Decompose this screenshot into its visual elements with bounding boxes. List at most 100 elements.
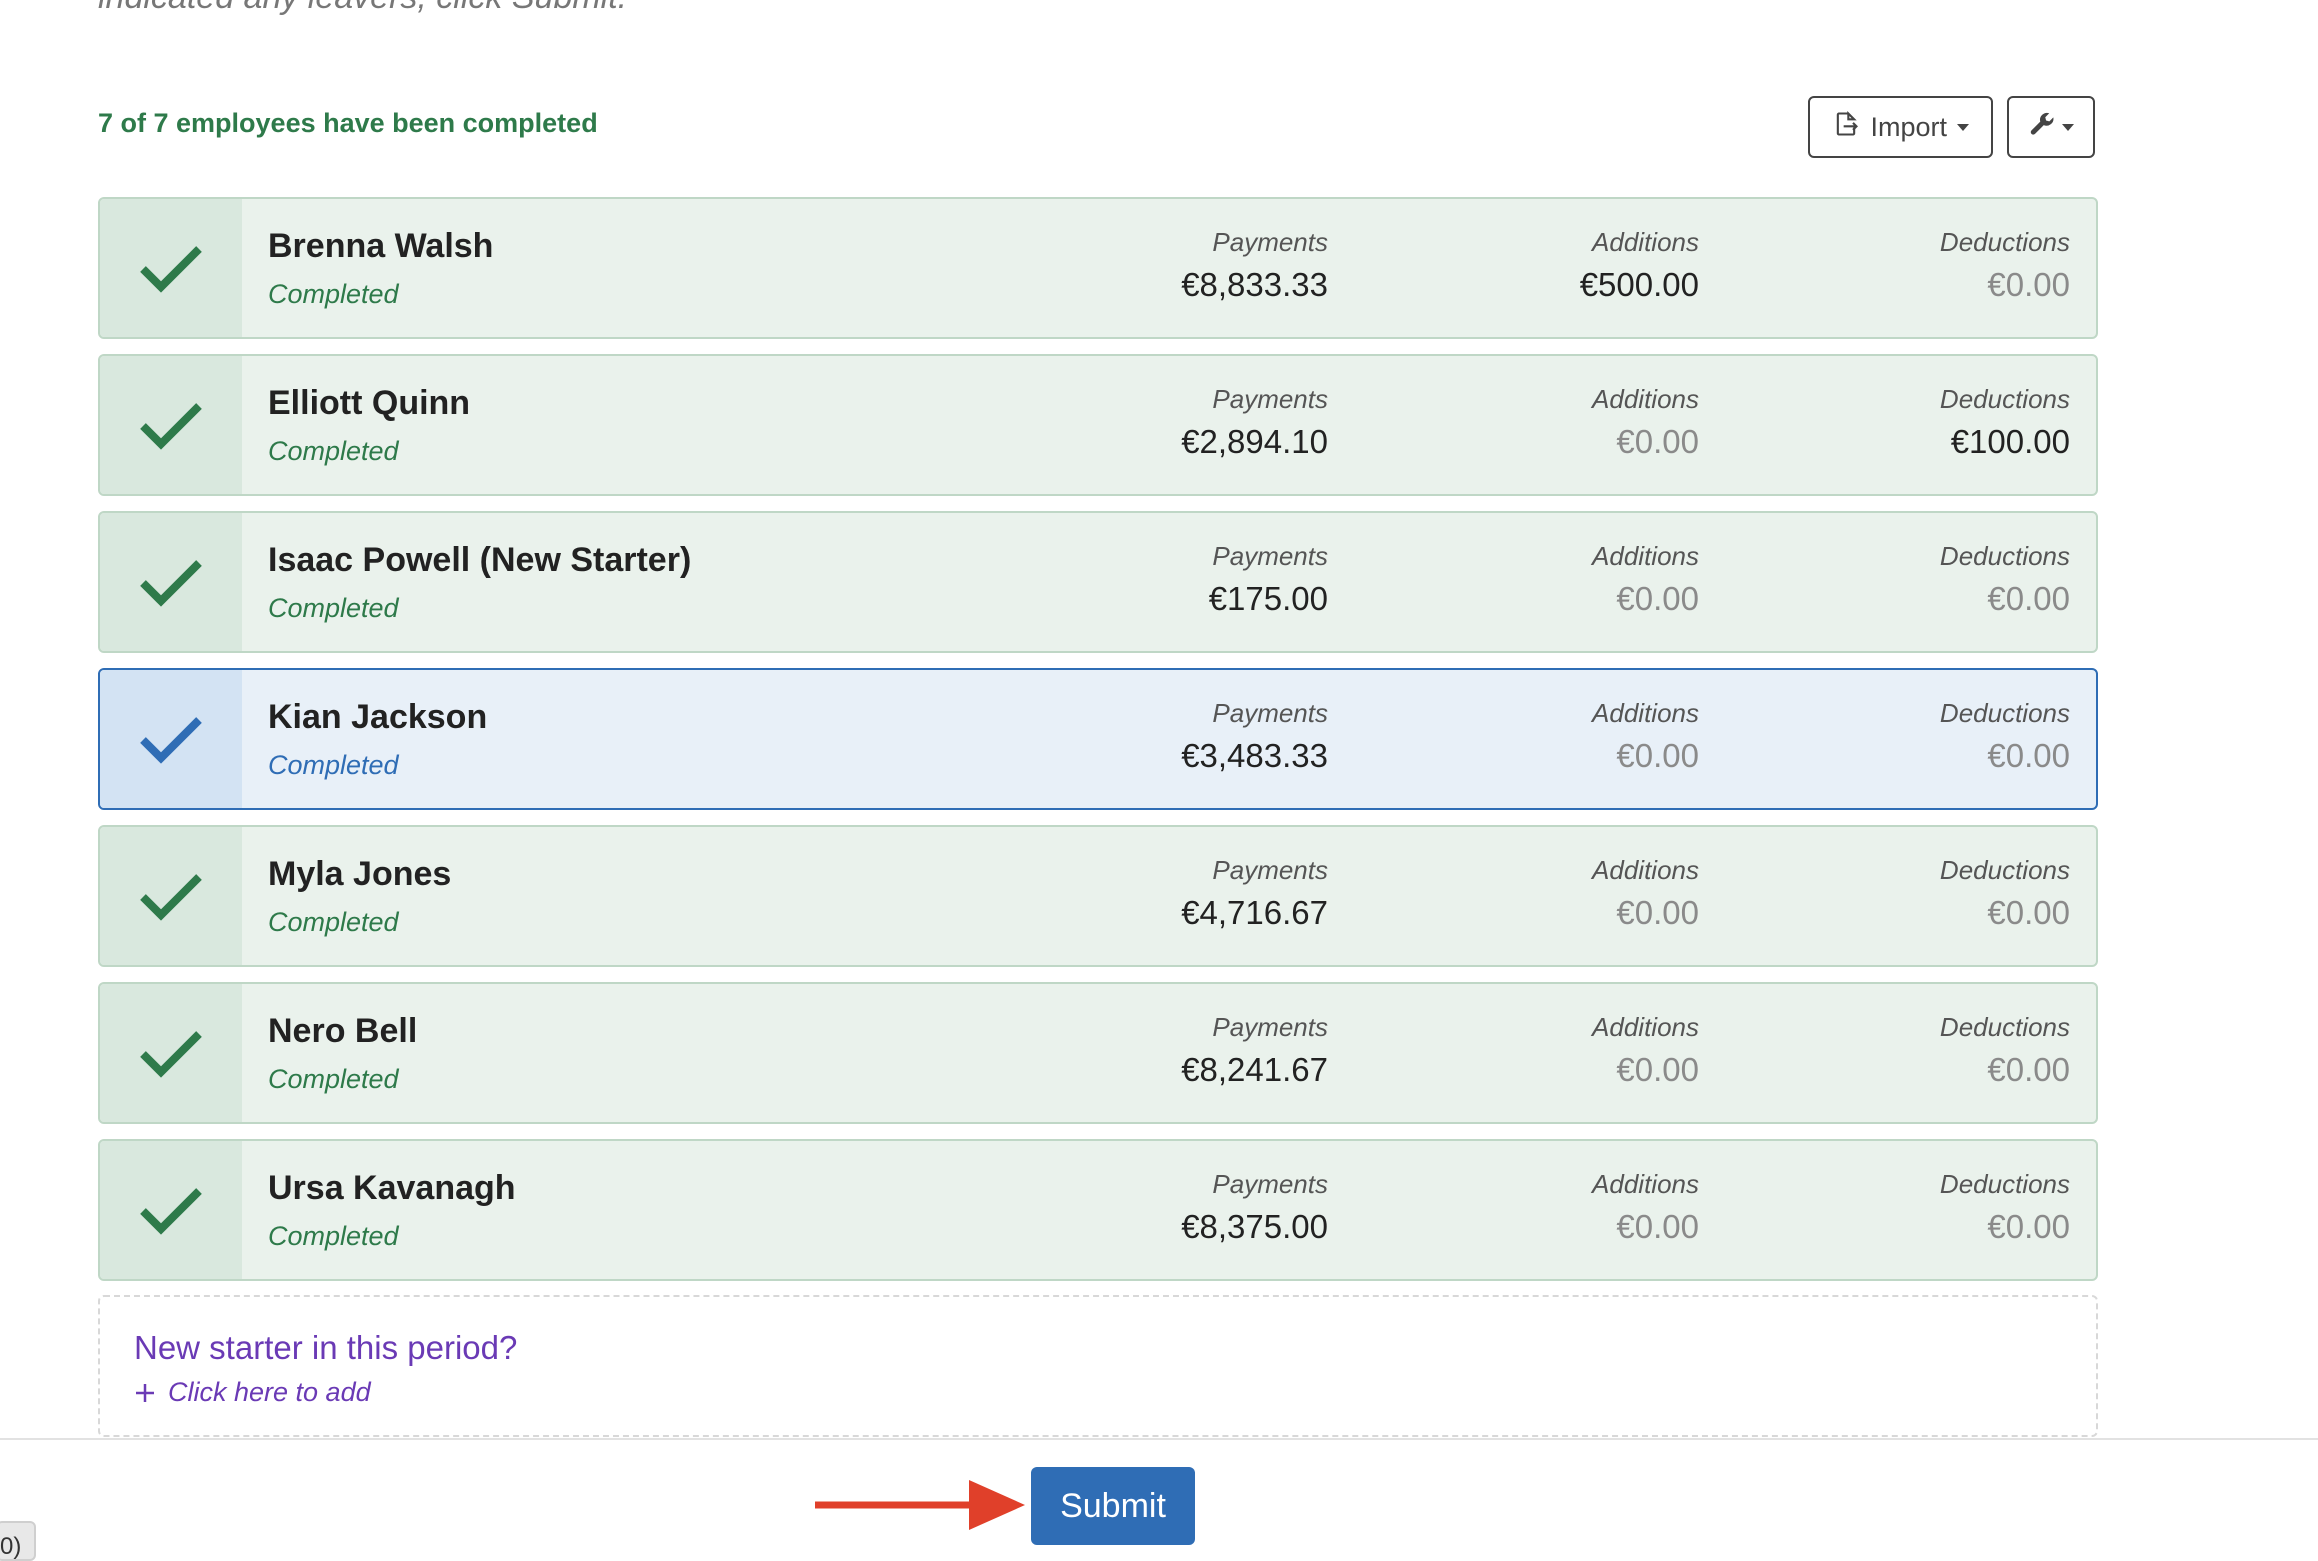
additions-column: Additions €0.00 bbox=[1592, 384, 1699, 461]
employee-status: Completed bbox=[268, 750, 399, 780]
employee-list: Brenna Walsh Completed Payments €8,833.3… bbox=[98, 197, 2098, 1296]
deductions-value: €0.00 bbox=[1987, 580, 2070, 617]
payments-label: Payments bbox=[1212, 384, 1328, 414]
status-cell bbox=[100, 513, 242, 651]
payments-label: Payments bbox=[1212, 1169, 1328, 1199]
payments-column: Payments €8,241.67 bbox=[1181, 1012, 1328, 1089]
employee-status: Completed bbox=[268, 593, 399, 623]
payments-label: Payments bbox=[1212, 1012, 1328, 1042]
check-icon bbox=[140, 1188, 202, 1235]
add-new-starter-link[interactable]: Click here to add bbox=[134, 1377, 371, 1408]
additions-column: Additions €0.00 bbox=[1592, 1169, 1699, 1246]
intro-text: indicated any leavers, click Submit. bbox=[98, 0, 627, 17]
employee-row[interactable]: Myla Jones Completed Payments €4,716.67 … bbox=[98, 825, 2098, 967]
payments-label: Payments bbox=[1212, 855, 1328, 885]
payments-column: Payments €3,483.33 bbox=[1181, 698, 1328, 775]
additions-label: Additions bbox=[1592, 384, 1699, 414]
employee-name: Brenna Walsh bbox=[268, 227, 494, 265]
payments-column: Payments €2,894.10 bbox=[1181, 384, 1328, 461]
deductions-label: Deductions bbox=[1939, 1012, 2070, 1042]
additions-label: Additions bbox=[1592, 1169, 1699, 1199]
import-icon bbox=[1832, 110, 1860, 145]
add-new-starter-label: Click here to add bbox=[168, 1377, 371, 1407]
completion-summary: 7 of 7 employees have been completed bbox=[98, 108, 598, 138]
corner-tab[interactable]: 0) bbox=[0, 1521, 36, 1561]
deductions-column: Deductions €0.00 bbox=[1940, 1169, 2070, 1246]
additions-label: Additions bbox=[1592, 855, 1699, 885]
deductions-value: €0.00 bbox=[1987, 266, 2070, 303]
payments-label: Payments bbox=[1212, 227, 1328, 257]
check-icon bbox=[140, 403, 202, 450]
payments-value: €8,833.33 bbox=[1181, 266, 1328, 303]
payments-value: €175.00 bbox=[1208, 580, 1328, 617]
payments-value: €4,716.67 bbox=[1181, 894, 1328, 931]
status-cell bbox=[100, 356, 242, 494]
additions-column: Additions €0.00 bbox=[1592, 541, 1699, 618]
payments-column: Payments €8,833.33 bbox=[1181, 227, 1328, 304]
deductions-label: Deductions bbox=[1939, 384, 2070, 414]
additions-column: Additions €500.00 bbox=[1580, 227, 1699, 304]
deductions-column: Deductions €0.00 bbox=[1940, 698, 2070, 775]
status-cell bbox=[100, 984, 242, 1122]
status-cell bbox=[100, 199, 242, 337]
additions-value: €0.00 bbox=[1616, 580, 1699, 617]
payments-column: Payments €175.00 bbox=[1209, 541, 1328, 618]
additions-value: €0.00 bbox=[1616, 894, 1699, 931]
employee-name: Myla Jones bbox=[268, 855, 452, 893]
deductions-value: €100.00 bbox=[1950, 423, 2070, 460]
additions-value: €0.00 bbox=[1616, 1208, 1699, 1245]
check-icon bbox=[140, 1031, 202, 1078]
import-label: Import bbox=[1870, 111, 1947, 142]
employee-row[interactable]: Nero Bell Completed Payments €8,241.67 A… bbox=[98, 982, 2098, 1124]
arrow-annotation-icon bbox=[815, 1480, 1025, 1530]
deductions-value: €0.00 bbox=[1987, 1051, 2070, 1088]
check-icon bbox=[140, 874, 202, 921]
employee-row[interactable]: Isaac Powell (New Starter) Completed Pay… bbox=[98, 511, 2098, 653]
status-cell bbox=[100, 827, 242, 965]
additions-value: €0.00 bbox=[1616, 737, 1699, 774]
deductions-value: €0.00 bbox=[1987, 1208, 2070, 1245]
employee-status: Completed bbox=[268, 1064, 399, 1094]
import-dropdown-button[interactable]: Import bbox=[1808, 96, 1993, 158]
employee-status: Completed bbox=[268, 1221, 399, 1251]
additions-value: €500.00 bbox=[1579, 266, 1699, 303]
deductions-value: €0.00 bbox=[1987, 737, 2070, 774]
employee-status: Completed bbox=[268, 907, 399, 937]
payments-value: €3,483.33 bbox=[1181, 737, 1328, 774]
payments-label: Payments bbox=[1212, 541, 1328, 571]
payments-value: €8,241.67 bbox=[1181, 1051, 1328, 1088]
tools-dropdown-button[interactable] bbox=[2007, 96, 2095, 158]
payments-column: Payments €8,375.00 bbox=[1181, 1169, 1328, 1246]
deductions-column: Deductions €100.00 bbox=[1940, 384, 2070, 461]
employee-row[interactable]: Elliott Quinn Completed Payments €2,894.… bbox=[98, 354, 2098, 496]
deductions-column: Deductions €0.00 bbox=[1940, 855, 2070, 932]
toolbar: Import bbox=[1808, 96, 2095, 158]
employee-row-selected[interactable]: Kian Jackson Completed Payments €3,483.3… bbox=[98, 668, 2098, 810]
submit-button[interactable]: Submit bbox=[1031, 1467, 1195, 1545]
deductions-label: Deductions bbox=[1939, 227, 2070, 257]
employee-name: Nero Bell bbox=[268, 1012, 418, 1050]
employee-name: Kian Jackson bbox=[268, 698, 488, 736]
status-cell bbox=[100, 1141, 242, 1279]
employee-name: Elliott Quinn bbox=[268, 384, 471, 422]
additions-label: Additions bbox=[1592, 1012, 1699, 1042]
footer-divider bbox=[0, 1438, 2318, 1440]
additions-value: €0.00 bbox=[1616, 1051, 1699, 1088]
employee-status: Completed bbox=[268, 436, 399, 466]
chevron-down-icon bbox=[1957, 123, 1969, 131]
employee-row[interactable]: Ursa Kavanagh Completed Payments €8,375.… bbox=[98, 1139, 2098, 1281]
deductions-label: Deductions bbox=[1939, 855, 2070, 885]
employee-status: Completed bbox=[268, 279, 399, 309]
payments-label: Payments bbox=[1212, 698, 1328, 728]
additions-label: Additions bbox=[1592, 227, 1699, 257]
additions-column: Additions €0.00 bbox=[1592, 1012, 1699, 1089]
deductions-value: €0.00 bbox=[1987, 894, 2070, 931]
wrench-icon bbox=[2028, 110, 2056, 145]
new-starter-panel[interactable]: New starter in this period? Click here t… bbox=[98, 1295, 2098, 1437]
additions-column: Additions €0.00 bbox=[1592, 698, 1699, 775]
chevron-down-icon bbox=[2062, 123, 2074, 131]
new-starter-title: New starter in this period? bbox=[134, 1329, 518, 1366]
additions-label: Additions bbox=[1592, 698, 1699, 728]
employee-row[interactable]: Brenna Walsh Completed Payments €8,833.3… bbox=[98, 197, 2098, 339]
deductions-label: Deductions bbox=[1939, 541, 2070, 571]
